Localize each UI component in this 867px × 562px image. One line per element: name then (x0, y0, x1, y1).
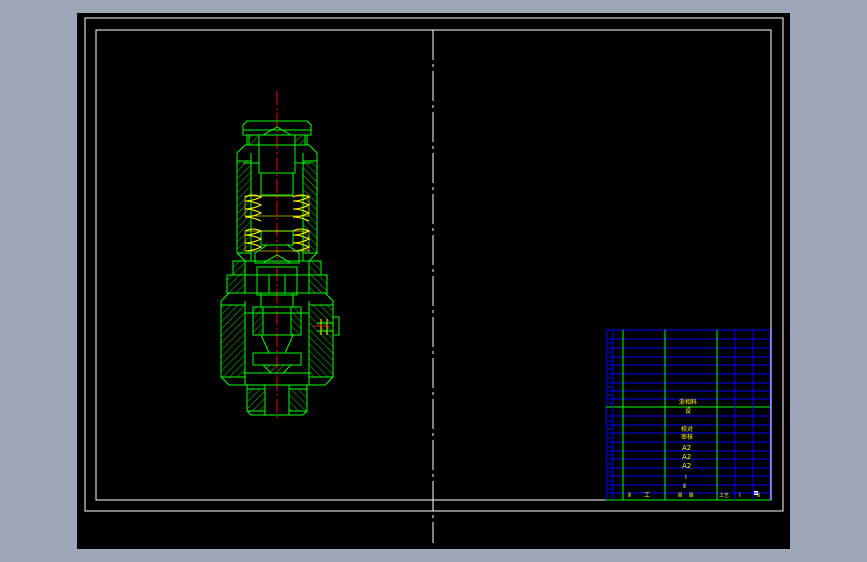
bottom-label-4: 工艺 (719, 493, 729, 499)
title-label-6: A2 (682, 462, 691, 470)
bottom-label-5: Ⅰ (739, 492, 741, 499)
bottom-label-3: Ⅲ (689, 492, 693, 499)
bottom-label-1: 工 (644, 492, 650, 499)
valve-section (220, 91, 340, 421)
title-label-8: Ⅱ (683, 483, 686, 490)
title-block: 浙相科 设 校对 审核 A2 A2 A2 Ⅰ Ⅱ Ⅱ 工 Ⅲ Ⅲ 工艺 Ⅰ Ⅱ (605, 329, 771, 501)
title-label-2: 校对 (681, 425, 693, 433)
title-label-3: 审核 (681, 433, 693, 441)
bottom-label-0: Ⅱ (628, 492, 631, 499)
title-label-0: 浙相科 (679, 398, 697, 406)
cad-drawing: 浙相科 设 校对 审核 A2 A2 A2 Ⅰ Ⅱ Ⅱ 工 Ⅲ Ⅲ 工艺 Ⅰ Ⅱ (84, 17, 784, 543)
outer-frame (84, 17, 784, 512)
cad-drawing-canvas[interactable]: 浙相科 设 校对 审核 A2 A2 A2 Ⅰ Ⅱ Ⅱ 工 Ⅲ Ⅲ 工艺 Ⅰ Ⅱ (77, 13, 790, 549)
lower-body (220, 292, 340, 386)
title-label-1: 设 (685, 407, 691, 415)
title-label-4: A2 (682, 444, 691, 452)
bottom-label-6: Ⅱ (757, 492, 760, 499)
title-label-5: A2 (682, 453, 691, 461)
bottom-label-2: Ⅲ (678, 492, 682, 499)
title-label-7: Ⅰ (685, 474, 687, 481)
